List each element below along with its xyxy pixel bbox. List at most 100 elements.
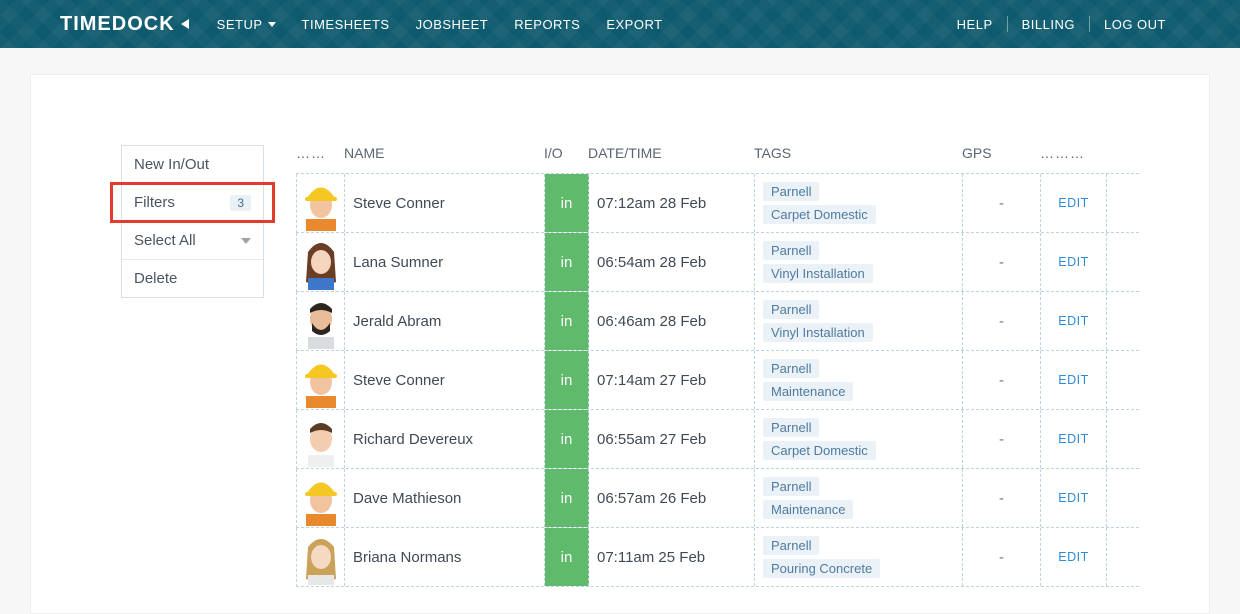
tag[interactable]: Parnell — [763, 182, 819, 201]
nav-setup[interactable]: SETUP — [217, 17, 276, 32]
table-row: Lana Sumnerin06:54am 28 FebParnellVinyl … — [296, 233, 1139, 292]
tag[interactable]: Parnell — [763, 536, 819, 555]
avatar-cell[interactable] — [297, 351, 345, 409]
edit-link[interactable]: EDIT — [1058, 314, 1088, 328]
io-cell: in — [545, 351, 589, 409]
datetime-cell: 06:57am 26 Feb — [589, 469, 755, 527]
tag[interactable]: Vinyl Installation — [763, 264, 873, 283]
edit-cell: EDIT — [1041, 351, 1107, 409]
edit-link[interactable]: EDIT — [1058, 255, 1088, 269]
gps-cell: - — [963, 528, 1041, 586]
nav-timesheets[interactable]: TIMESHEETS — [302, 17, 390, 32]
col-gps: GPS — [962, 145, 1040, 161]
col-actions: ……… — [1040, 145, 1106, 161]
side-select-all-label: Select All — [134, 232, 196, 249]
nav-timesheets-label: TIMESHEETS — [302, 17, 390, 32]
datetime-cell: 07:12am 28 Feb — [589, 174, 755, 232]
edit-cell: EDIT — [1041, 469, 1107, 527]
io-cell: in — [545, 410, 589, 468]
col-io: I/O — [544, 145, 588, 161]
gps-cell: - — [963, 174, 1041, 232]
nav-export[interactable]: EXPORT — [606, 17, 662, 32]
col-name: NAME — [344, 145, 544, 161]
gps-cell: - — [963, 351, 1041, 409]
tag[interactable]: Parnell — [763, 359, 819, 378]
side-delete[interactable]: Delete — [122, 260, 263, 297]
tag[interactable]: Carpet Domestic — [763, 441, 876, 460]
name-cell: Jerald Abram — [345, 292, 545, 350]
side-filters[interactable]: Filters 3 — [122, 184, 263, 222]
edit-cell: EDIT — [1041, 174, 1107, 232]
side-menu: New In/Out Filters 3 Select All Delete — [121, 145, 264, 298]
table-row: Steve Connerin07:12am 28 FebParnellCarpe… — [296, 174, 1139, 233]
gps-cell: - — [963, 233, 1041, 291]
chevron-down-icon — [268, 22, 276, 27]
avatar-cell[interactable] — [297, 469, 345, 527]
nav-logout-label: LOG OUT — [1104, 17, 1166, 32]
filters-count-badge: 3 — [230, 195, 251, 211]
app-header: TIMEDOCK SETUP TIMESHEETS JOBSHEET REPOR… — [0, 0, 1240, 48]
side-new-inout[interactable]: New In/Out — [122, 146, 263, 184]
io-cell: in — [545, 528, 589, 586]
nav-reports[interactable]: REPORTS — [514, 17, 580, 32]
edit-link[interactable]: EDIT — [1058, 550, 1088, 564]
edit-link[interactable]: EDIT — [1058, 432, 1088, 446]
datetime-cell: 06:54am 28 Feb — [589, 233, 755, 291]
tags-cell: Parnell Carpet Domestic — [755, 174, 963, 232]
logo-caret-icon — [181, 19, 189, 29]
col-tags: TAGS — [754, 145, 962, 161]
table-row: Steve Connerin07:14am 27 FebParnellMaint… — [296, 351, 1139, 410]
chevron-down-icon — [241, 238, 251, 244]
avatar-cell[interactable] — [297, 410, 345, 468]
nav-help[interactable]: HELP — [943, 17, 1007, 32]
edit-link[interactable]: EDIT — [1058, 196, 1088, 210]
side-new-inout-label: New In/Out — [134, 156, 209, 173]
avatar — [298, 175, 344, 231]
app-logo-text: TIMEDOCK — [60, 13, 175, 36]
side-select-all[interactable]: Select All — [122, 222, 263, 260]
name-cell: Dave Mathieson — [345, 469, 545, 527]
nav-left: SETUP TIMESHEETS JOBSHEET REPORTS EXPORT — [217, 17, 663, 32]
avatar — [298, 234, 344, 290]
nav-right: HELP BILLING LOG OUT — [943, 16, 1180, 32]
nav-help-label: HELP — [957, 17, 993, 32]
tag[interactable]: Parnell — [763, 418, 819, 437]
name-cell: Richard Devereux — [345, 410, 545, 468]
col-datetime: DATE/TIME — [588, 145, 754, 161]
avatar-cell[interactable] — [297, 292, 345, 350]
tag[interactable]: Maintenance — [763, 500, 853, 519]
avatar — [298, 352, 344, 408]
name-cell: Steve Conner — [345, 351, 545, 409]
edit-link[interactable]: EDIT — [1058, 491, 1088, 505]
edit-cell: EDIT — [1041, 292, 1107, 350]
tag[interactable]: Maintenance — [763, 382, 853, 401]
avatar-cell[interactable] — [297, 528, 345, 586]
avatar-cell[interactable] — [297, 174, 345, 232]
tag[interactable]: Vinyl Installation — [763, 323, 873, 342]
io-cell: in — [545, 292, 589, 350]
datetime-cell: 06:46am 28 Feb — [589, 292, 755, 350]
nav-jobsheet[interactable]: JOBSHEET — [416, 17, 489, 32]
gps-cell: - — [963, 469, 1041, 527]
tag[interactable]: Parnell — [763, 477, 819, 496]
tag[interactable]: Parnell — [763, 300, 819, 319]
gps-cell: - — [963, 410, 1041, 468]
col-avatar: …… — [296, 145, 344, 161]
side-delete-label: Delete — [134, 270, 177, 287]
nav-setup-label: SETUP — [217, 17, 263, 32]
table-header: …… NAME I/O DATE/TIME TAGS GPS ……… — [296, 145, 1139, 173]
table-body: Steve Connerin07:12am 28 FebParnellCarpe… — [296, 173, 1139, 587]
tag[interactable]: Carpet Domestic — [763, 205, 876, 224]
edit-link[interactable]: EDIT — [1058, 373, 1088, 387]
name-cell: Lana Sumner — [345, 233, 545, 291]
nav-billing[interactable]: BILLING — [1008, 17, 1089, 32]
avatar — [298, 411, 344, 467]
tag[interactable]: Pouring Concrete — [763, 559, 880, 578]
io-cell: in — [545, 174, 589, 232]
edit-cell: EDIT — [1041, 233, 1107, 291]
avatar-cell[interactable] — [297, 233, 345, 291]
tag[interactable]: Parnell — [763, 241, 819, 260]
nav-logout[interactable]: LOG OUT — [1090, 17, 1180, 32]
avatar — [298, 470, 344, 526]
name-cell: Briana Normans — [345, 528, 545, 586]
